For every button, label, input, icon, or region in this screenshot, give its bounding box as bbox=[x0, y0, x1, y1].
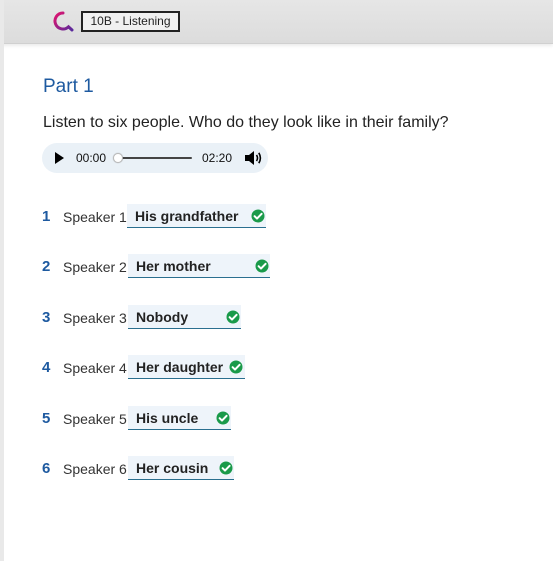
check-circle-icon bbox=[219, 461, 233, 475]
answer-field[interactable]: His grandfather bbox=[127, 204, 266, 228]
check-circle-icon bbox=[251, 209, 265, 223]
question-row: 1 Speaker 1 His grandfather bbox=[0, 204, 553, 230]
question-number: 5 bbox=[42, 410, 51, 427]
speaker-label: Speaker 6 bbox=[63, 461, 127, 477]
question-row: 4 Speaker 4 Her daughter bbox=[0, 355, 553, 381]
activity-tag: 10B - Listening bbox=[81, 11, 180, 32]
check-circle-icon bbox=[226, 310, 240, 324]
answer-text: His grandfather bbox=[135, 208, 239, 224]
page-title: Part 1 bbox=[43, 76, 94, 97]
total-time: 02:20 bbox=[202, 151, 233, 165]
answer-text: Her cousin bbox=[136, 460, 209, 476]
check-circle-icon bbox=[229, 360, 243, 374]
q-logo-icon bbox=[53, 11, 74, 32]
instruction-text: Listen to six people. Who do they look l… bbox=[43, 114, 449, 131]
answer-field[interactable]: Her mother bbox=[128, 254, 270, 278]
answer-field[interactable]: Her daughter bbox=[128, 355, 245, 379]
progress-knob[interactable] bbox=[113, 153, 123, 163]
top-bar: 10B - Listening bbox=[0, 0, 553, 44]
check-circle-icon bbox=[255, 259, 269, 273]
question-row: 5 Speaker 5 His uncle bbox=[0, 406, 553, 432]
question-row: 2 Speaker 2 Her mother bbox=[0, 254, 553, 280]
answer-text: His uncle bbox=[136, 410, 199, 426]
volume-icon[interactable] bbox=[244, 150, 262, 166]
answer-field[interactable]: Nobody bbox=[128, 305, 241, 329]
speaker-label: Speaker 4 bbox=[63, 360, 127, 376]
question-row: 3 Speaker 3 Nobody bbox=[0, 305, 553, 331]
current-time: 00:00 bbox=[76, 151, 107, 165]
speaker-label: Speaker 3 bbox=[63, 310, 127, 326]
answer-text: Her mother bbox=[136, 258, 211, 274]
question-number: 2 bbox=[42, 258, 51, 275]
progress-track[interactable] bbox=[117, 157, 192, 159]
audio-player: 00:00 02:20 bbox=[42, 143, 268, 173]
question-number: 3 bbox=[42, 309, 51, 326]
answer-text: Her daughter bbox=[136, 359, 224, 375]
check-circle-icon bbox=[216, 411, 230, 425]
speaker-label: Speaker 5 bbox=[63, 411, 127, 427]
speaker-label: Speaker 1 bbox=[63, 209, 127, 225]
question-number: 1 bbox=[42, 208, 51, 225]
answer-text: Nobody bbox=[136, 309, 189, 325]
speaker-label: Speaker 2 bbox=[63, 259, 127, 275]
play-icon[interactable] bbox=[52, 151, 66, 165]
question-number: 6 bbox=[42, 460, 51, 477]
question-number: 4 bbox=[42, 359, 51, 376]
app-window: 10B - Listening Part 1 Listen to six peo… bbox=[0, 0, 553, 561]
question-row: 6 Speaker 6 Her cousin bbox=[0, 456, 553, 482]
